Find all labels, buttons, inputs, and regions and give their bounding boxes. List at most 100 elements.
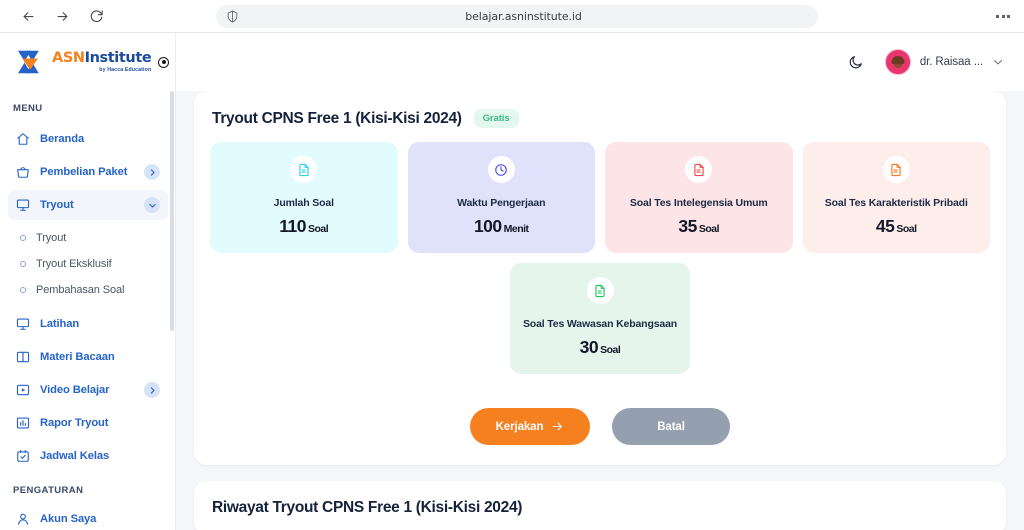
address-bar[interactable]: belajar.asninstitute.id — [216, 5, 818, 28]
bullet-icon — [20, 235, 26, 241]
asn-logo-mark-icon — [16, 49, 46, 75]
stat-unit: Soal — [600, 344, 620, 356]
history-title: Riwayat Tryout CPNS Free 1 (Kisi-Kisi 20… — [212, 499, 990, 517]
stat-value: 100Menit — [416, 216, 588, 237]
browser-nav-buttons — [18, 6, 106, 26]
sidebar-submenu-tryout: Tryout Tryout Eksklusif Pembahasan Soal — [0, 223, 176, 303]
sidebar: ASNInstitute by Hacca Education MENU Ber… — [0, 33, 176, 530]
stat-card-waktu-pengerjaan: Waktu Pengerjaan 100Menit — [408, 142, 596, 253]
logo-tagline: by Hacca Education — [52, 68, 151, 73]
sidebar-item-label: Beranda — [40, 133, 160, 145]
sidebar-item-label: Akun Saya — [40, 513, 160, 525]
sidebar-item-materi-bacaan[interactable]: Materi Bacaan — [8, 342, 168, 372]
sidebar-item-pembelian-paket[interactable]: Pembelian Paket — [8, 157, 168, 187]
user-menu[interactable]: dr. Raisaa ... — [885, 49, 1004, 75]
document-icon — [889, 163, 903, 177]
browser-menu-icon[interactable] — [996, 15, 1010, 18]
calendar-check-icon — [15, 448, 31, 464]
kerjakan-button[interactable]: Kerjakan — [470, 408, 590, 445]
stat-label: Soal Tes Intelegensia Umum — [613, 197, 785, 209]
logo-institute: Institute — [85, 50, 152, 66]
sidebar-subitem-tryout[interactable]: Tryout — [8, 225, 168, 251]
stat-icon-wrap — [685, 156, 712, 183]
sidebar-subitem-tryout-eksklusif[interactable]: Tryout Eksklusif — [8, 251, 168, 277]
stat-number: 35 — [678, 216, 696, 236]
sidebar-item-beranda[interactable]: Beranda — [8, 124, 168, 154]
app-topbar: dr. Raisaa ... — [176, 33, 1024, 91]
document-icon — [692, 163, 706, 177]
reload-icon[interactable] — [86, 6, 106, 26]
sidebar-item-label: Latihan — [40, 318, 160, 330]
back-icon[interactable] — [18, 6, 38, 26]
sidebar-item-rapor-tryout[interactable]: Rapor Tryout — [8, 408, 168, 438]
logo-dot-icon — [158, 57, 169, 68]
sidebar-menu: Beranda Pembelian Paket Tryout — [0, 124, 176, 220]
chevron-down-icon[interactable] — [144, 197, 160, 213]
chevron-down-icon[interactable] — [992, 56, 1004, 68]
stat-number: 45 — [876, 216, 894, 236]
sidebar-divider — [175, 33, 176, 530]
sidebar-subitem-pembahasan-soal[interactable]: Pembahasan Soal — [8, 277, 168, 303]
bag-icon — [15, 164, 31, 180]
sidebar-scrollbar-thumb[interactable] — [170, 91, 174, 331]
sidebar-item-label: Tryout — [40, 199, 135, 211]
chevron-right-icon[interactable] — [144, 382, 160, 398]
user-name: dr. Raisaa ... — [920, 56, 983, 68]
content-scroll-area[interactable]: Tryout CPNS Free 1 (Kisi-Kisi 2024) Grat… — [176, 91, 1024, 530]
stat-value: 30Soal — [518, 337, 682, 358]
main-content: dr. Raisaa ... Tryout CPNS Free 1 (Kisi-… — [176, 33, 1024, 530]
sidebar-item-label: Video Belajar — [40, 384, 135, 396]
stat-icon-wrap — [587, 277, 614, 304]
stats-row-1: Jumlah Soal 110Soal Waktu Pengerjaan 100… — [210, 142, 990, 253]
stat-unit: Menit — [504, 223, 529, 235]
stat-value: 35Soal — [613, 216, 785, 237]
action-buttons: Kerjakan Batal — [210, 408, 990, 445]
url-text: belajar.asninstitute.id — [239, 10, 808, 23]
sidebar-item-label: Pembelian Paket — [40, 166, 135, 178]
card-title-row: Tryout CPNS Free 1 (Kisi-Kisi 2024) Grat… — [210, 109, 990, 128]
stats-row-2: Soal Tes Wawasan Kebangsaan 30Soal — [210, 263, 990, 374]
sidebar-section-pengaturan: PENGATURAN — [0, 485, 176, 496]
stat-card-jumlah-soal: Jumlah Soal 110Soal — [210, 142, 398, 253]
stat-card-wawasan-kebangsaan: Soal Tes Wawasan Kebangsaan 30Soal — [510, 263, 690, 374]
arrow-right-icon — [551, 420, 564, 433]
stat-unit: Soal — [896, 223, 916, 235]
avatar — [885, 49, 911, 75]
document-icon — [593, 284, 607, 298]
sidebar-section-menu: MENU — [0, 103, 176, 114]
stat-value: 110Soal — [218, 216, 390, 237]
play-square-icon — [15, 382, 31, 398]
book-icon — [15, 349, 31, 365]
monitor-icon — [15, 197, 31, 213]
app-shell: ASNInstitute by Hacca Education MENU Ber… — [0, 33, 1024, 530]
sidebar-menu-settings: Akun Saya — [0, 504, 176, 530]
logo-wordmark: ASNInstitute by Hacca Education — [52, 51, 151, 73]
sidebar-item-akun-saya[interactable]: Akun Saya — [8, 504, 168, 530]
stat-label: Soal Tes Wawasan Kebangsaan — [518, 318, 682, 330]
sidebar-item-jadwal-kelas[interactable]: Jadwal Kelas — [8, 441, 168, 471]
stat-unit: Soal — [699, 223, 719, 235]
forward-icon[interactable] — [52, 6, 72, 26]
stat-label: Soal Tes Karakteristik Pribadi — [811, 197, 983, 209]
bullet-icon — [20, 287, 26, 293]
status-badge: Gratis — [474, 109, 519, 128]
sidebar-item-label: Materi Bacaan — [40, 351, 160, 363]
page-title: Tryout CPNS Free 1 (Kisi-Kisi 2024) — [212, 110, 462, 128]
sidebar-menu-2: Latihan Materi Bacaan Video Belajar — [0, 309, 176, 471]
chevron-right-icon[interactable] — [144, 164, 160, 180]
sidebar-item-video-belajar[interactable]: Video Belajar — [8, 375, 168, 405]
stat-card-intelegensia-umum: Soal Tes Intelegensia Umum 35Soal — [605, 142, 793, 253]
batal-button-label: Batal — [657, 421, 685, 433]
sidebar-item-tryout[interactable]: Tryout — [8, 190, 168, 220]
sidebar-item-label: Jadwal Kelas — [40, 450, 160, 462]
logo-asn: ASN — [52, 50, 85, 66]
stat-value: 45Soal — [811, 216, 983, 237]
chart-icon — [15, 415, 31, 431]
moon-icon[interactable] — [841, 47, 871, 77]
sidebar-subitem-label: Tryout — [36, 232, 66, 244]
sidebar-logo[interactable]: ASNInstitute by Hacca Education — [0, 33, 176, 91]
sidebar-item-latihan[interactable]: Latihan — [8, 309, 168, 339]
stat-icon-wrap — [488, 156, 515, 183]
batal-button[interactable]: Batal — [612, 408, 730, 445]
sidebar-subitem-label: Tryout Eksklusif — [36, 258, 112, 270]
